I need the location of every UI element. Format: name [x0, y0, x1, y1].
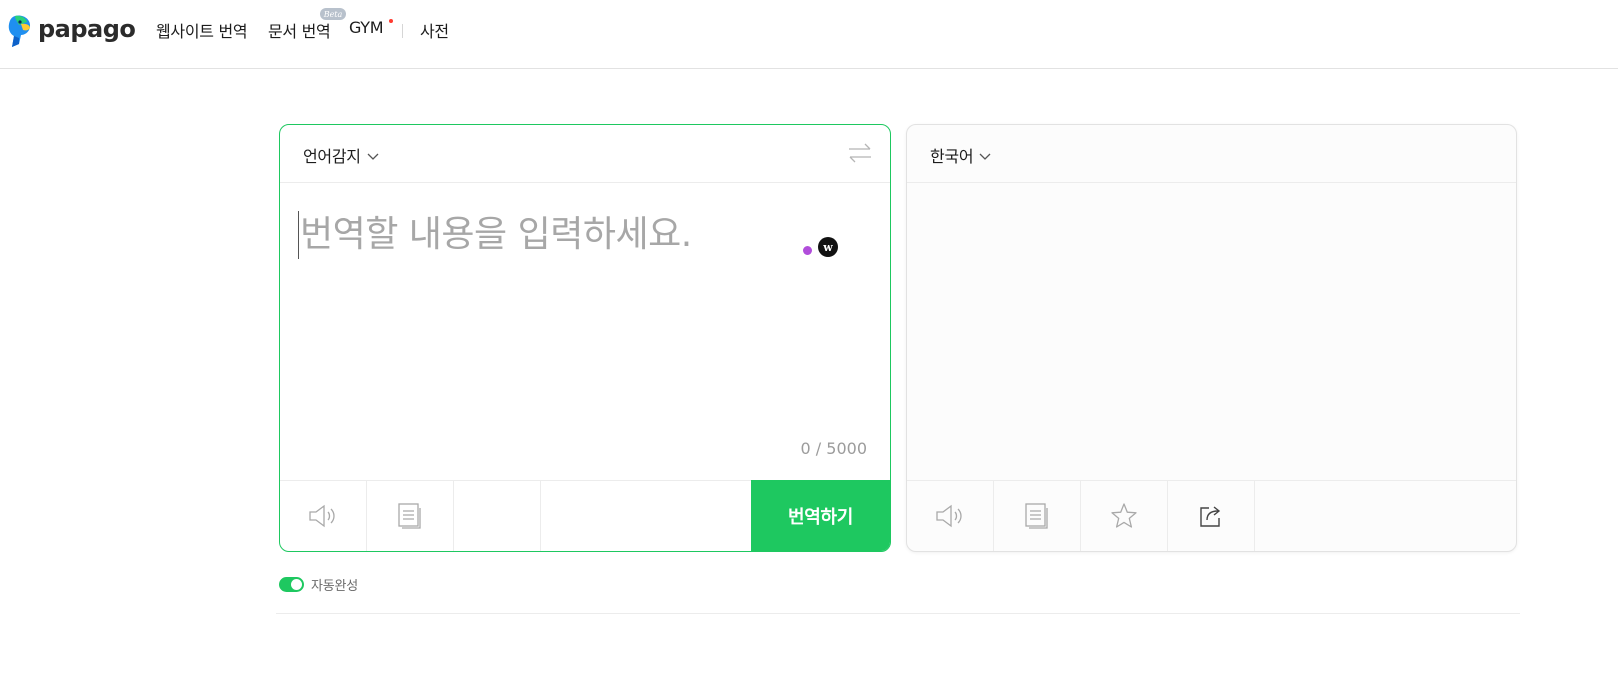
nav-dictionary[interactable]: 사전: [420, 18, 449, 42]
chevron-down-icon: [367, 146, 379, 165]
autocomplete-setting: 자동완성: [279, 575, 358, 594]
source-panel: 언어감지 번역할 내용을 입력하세요. w 0 / 5000 번역하기: [279, 124, 891, 552]
target-panel-header: 한국어: [907, 125, 1516, 183]
logo-text: papago: [38, 15, 136, 43]
source-panel-footer: 번역하기: [280, 480, 890, 551]
target-panel-footer: [907, 480, 1516, 551]
source-panel-header: 언어감지: [280, 125, 890, 183]
target-copy-button[interactable]: [994, 481, 1081, 551]
nav-divider: [402, 24, 403, 38]
character-count: 0 / 5000: [800, 439, 867, 458]
source-text-input[interactable]: 번역할 내용을 입력하세요.: [300, 205, 800, 265]
parrot-logo-icon: [8, 15, 31, 47]
papago-logo[interactable]: papago: [7, 14, 136, 48]
extension-w-icon[interactable]: w: [818, 237, 838, 257]
copy-icon: [1025, 503, 1048, 529]
target-language-label: 한국어: [930, 147, 974, 166]
source-language-select[interactable]: 언어감지: [303, 143, 379, 167]
autocomplete-toggle[interactable]: [279, 577, 304, 592]
nav-document-translate[interactable]: 문서 번역: [268, 18, 331, 42]
target-listen-button[interactable]: [907, 481, 994, 551]
swap-languages-icon[interactable]: [848, 143, 872, 167]
toggle-knob: [291, 579, 302, 590]
source-listen-button[interactable]: [280, 481, 367, 551]
translate-button[interactable]: 번역하기: [751, 480, 890, 551]
nav-gym[interactable]: GYM: [349, 18, 384, 37]
text-caret: [298, 211, 299, 259]
top-header: papago 웹사이트 번역 문서 번역 GYM 사전 Beta: [0, 0, 1618, 69]
beta-badge: Beta: [320, 8, 346, 20]
nav-website-translate[interactable]: 웹사이트 번역: [156, 18, 248, 42]
new-indicator-dot: [389, 19, 393, 23]
target-panel: 한국어: [906, 124, 1517, 552]
star-icon: [1111, 503, 1137, 528]
target-share-button[interactable]: [1168, 481, 1255, 551]
extension-dot-icon: [803, 246, 812, 255]
bottom-divider: [276, 613, 1520, 614]
chevron-down-icon: [979, 146, 991, 165]
speaker-icon: [936, 504, 962, 528]
footer-spacer: [454, 481, 541, 551]
source-handwriting-button[interactable]: [367, 481, 454, 551]
source-language-label: 언어감지: [303, 147, 361, 166]
target-language-select[interactable]: 한국어: [930, 143, 991, 167]
handwriting-icon: [398, 503, 421, 529]
target-favorite-button[interactable]: [1081, 481, 1168, 551]
speaker-icon: [309, 504, 335, 528]
share-icon: [1200, 506, 1221, 527]
autocomplete-label: 자동완성: [311, 579, 359, 594]
